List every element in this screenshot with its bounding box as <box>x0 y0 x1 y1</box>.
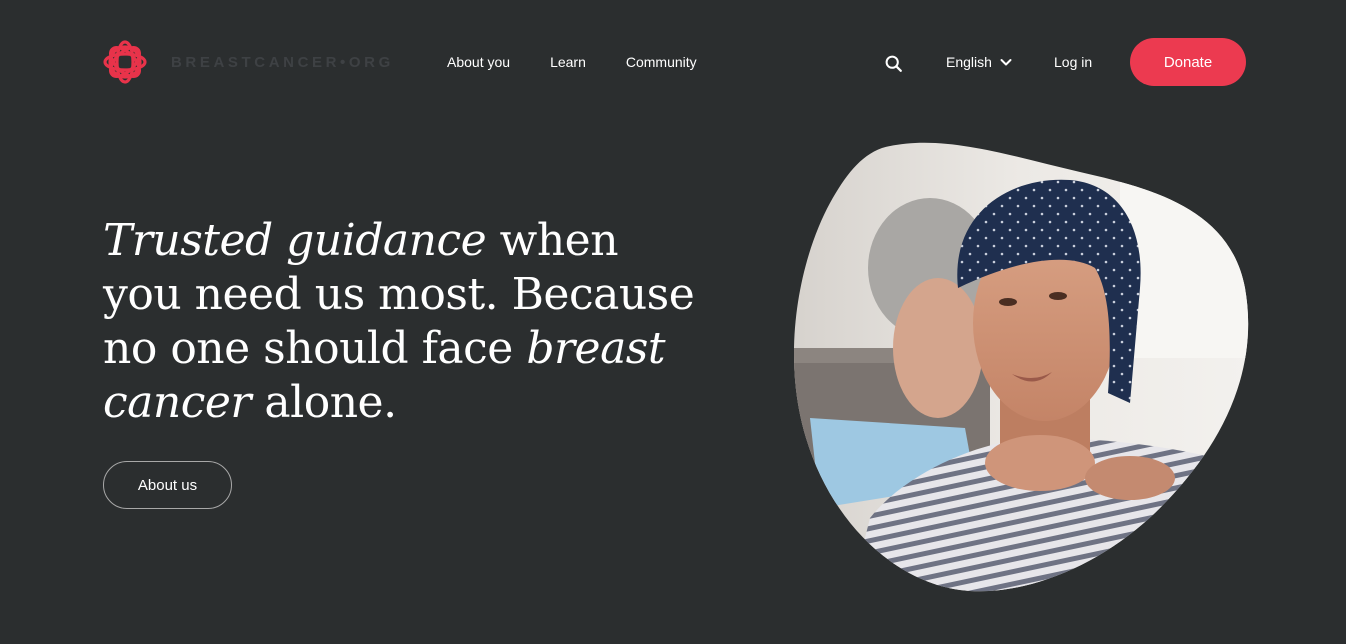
nav-learn[interactable]: Learn <box>550 54 586 70</box>
search-button[interactable] <box>884 54 904 74</box>
site-logo[interactable]: BREASTCANCER•ORG <box>101 38 394 86</box>
nav-about-you[interactable]: About you <box>447 54 510 70</box>
main-nav: About you Learn Community <box>447 50 697 74</box>
hero-photo <box>793 142 1249 592</box>
nav-community[interactable]: Community <box>626 54 697 70</box>
language-label: English <box>946 54 992 70</box>
hero-heading: Trusted guidance when you need us most. … <box>103 214 703 430</box>
chevron-down-icon <box>1000 59 1012 66</box>
hero-heading-part: alone. <box>250 377 397 428</box>
logo-icon <box>103 40 147 84</box>
login-link[interactable]: Log in <box>1054 50 1092 74</box>
language-selector[interactable]: English <box>946 50 1013 74</box>
search-icon <box>885 55 902 72</box>
site-header: BREASTCANCER•ORG About you Learn Communi… <box>0 0 1346 124</box>
donate-button[interactable]: Donate <box>1130 38 1246 86</box>
about-us-button[interactable]: About us <box>103 461 232 509</box>
hero-heading-part: Trusted guidance <box>103 215 487 266</box>
logo-text: BREASTCANCER•ORG <box>171 53 394 71</box>
